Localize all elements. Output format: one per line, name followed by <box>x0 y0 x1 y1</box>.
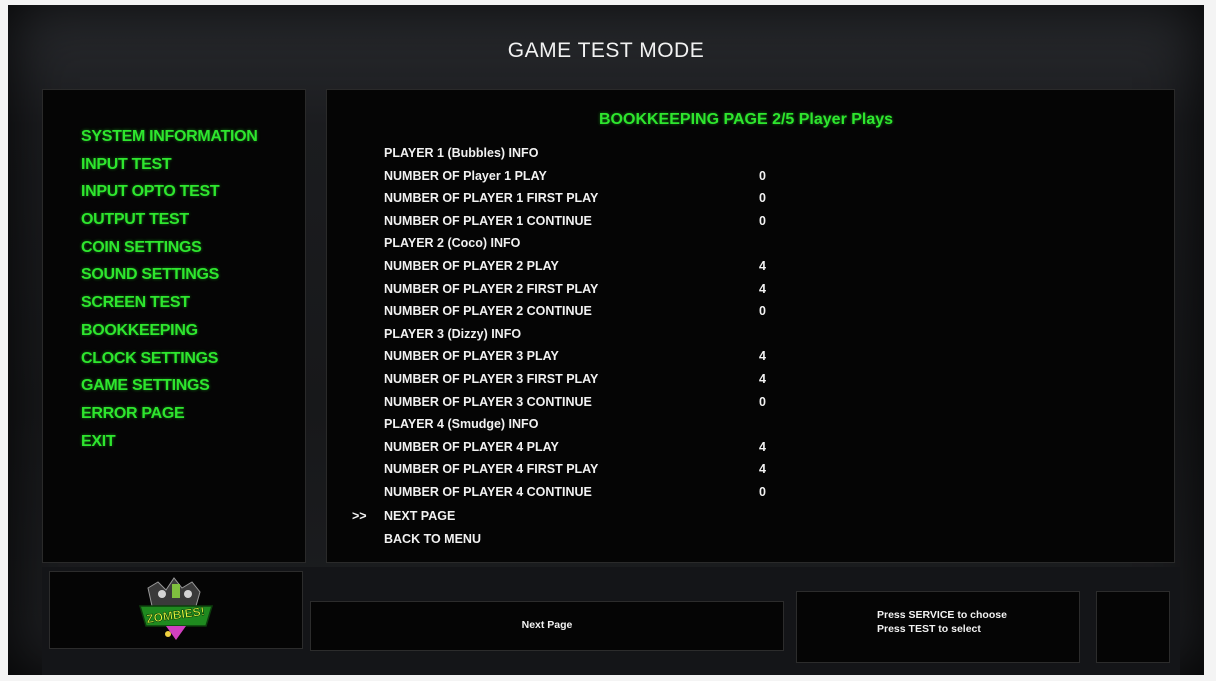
menu-item-error-page[interactable]: ERROR PAGE <box>81 400 258 428</box>
stat-label: PLAYER 1 (Bubbles) INFO <box>384 146 539 160</box>
page-title: GAME TEST MODE <box>507 39 705 62</box>
menu-item-exit[interactable]: EXIT <box>81 428 258 456</box>
stat-value: 0 <box>759 213 766 228</box>
stat-label: NUMBER OF PLAYER 4 CONTINUE <box>384 484 592 499</box>
menu-item-input-test[interactable]: INPUT TEST <box>81 151 258 179</box>
stat-label: PLAYER 4 (Smudge) INFO <box>384 417 539 432</box>
stat-value: 0 <box>759 484 766 499</box>
stat-row: NUMBER OF PLAYER 4 CONTINUE 0 <box>327 481 1174 504</box>
stat-row: NUMBER OF PLAYER 1 CONTINUE 0 <box>327 210 1174 233</box>
menu-item-sound-settings[interactable]: SOUND SETTINGS <box>81 261 258 289</box>
bookkeeping-heading: BOOKKEEPING PAGE 2/5 Player Plays <box>599 111 894 128</box>
stat-label: PLAYER 3 (Dizzy) INFO <box>384 326 522 341</box>
action-box: Next Page <box>310 601 784 651</box>
back-to-menu-option[interactable]: BACK TO MENU <box>327 528 727 551</box>
next-page-label: NEXT PAGE <box>384 509 456 523</box>
stat-row: NUMBER OF PLAYER 3 CONTINUE 0 <box>327 391 1174 414</box>
main-menu: SYSTEM INFORMATION INPUT TEST INPUT OPTO… <box>81 123 258 455</box>
stat-row: NUMBER OF Player 1 PLAY 0 <box>327 165 1174 188</box>
menu-item-input-opto-test[interactable]: INPUT OPTO TEST <box>81 178 258 206</box>
bookkeeping-panel: BOOKKEEPING PAGE 2/5 Player Plays PLAYER… <box>326 89 1175 563</box>
stat-row: NUMBER OF PLAYER 2 PLAY 4 <box>327 255 1174 278</box>
stats-list: PLAYER 1 (Bubbles) INFO NUMBER OF Player… <box>327 142 1174 504</box>
help-line-test: Press TEST to select <box>877 623 981 635</box>
menu-item-screen-test[interactable]: SCREEN TEST <box>81 289 258 317</box>
menu-item-bookkeeping[interactable]: BOOKKEEPING <box>81 317 258 345</box>
stat-value: 0 <box>759 394 766 409</box>
stat-value: 0 <box>759 191 766 206</box>
stat-label: NUMBER OF PLAYER 2 FIRST PLAY <box>384 281 599 296</box>
action-label: Next Page <box>521 619 573 631</box>
stat-value: 0 <box>759 304 766 319</box>
test-mode-screen: GAME TEST MODE SYSTEM INFORMATION INPUT … <box>8 5 1204 675</box>
stat-label: NUMBER OF Player 1 PLAY <box>384 168 547 183</box>
menu-item-output-test[interactable]: OUTPUT TEST <box>81 206 258 234</box>
status-box <box>1096 591 1170 663</box>
stat-row: PLAYER 1 (Bubbles) INFO <box>327 142 1174 165</box>
stat-row: PLAYER 4 (Smudge) INFO <box>327 413 1174 436</box>
stat-label: NUMBER OF PLAYER 4 PLAY <box>384 439 559 454</box>
stat-label: PLAYER 2 (Coco) INFO <box>384 236 521 251</box>
help-box: Press SERVICE to choose Press TEST to se… <box>796 591 1080 663</box>
next-page-option[interactable]: >> NEXT PAGE <box>327 505 727 528</box>
stat-label: NUMBER OF PLAYER 1 FIRST PLAY <box>384 191 599 206</box>
stat-value: 4 <box>759 439 766 454</box>
stat-label: NUMBER OF PLAYER 3 PLAY <box>384 349 559 364</box>
stat-label: NUMBER OF PLAYER 4 FIRST PLAY <box>384 462 599 477</box>
stat-value: 4 <box>759 258 766 273</box>
stat-label: NUMBER OF PLAYER 1 CONTINUE <box>384 213 592 228</box>
stat-label: NUMBER OF PLAYER 3 CONTINUE <box>384 394 592 409</box>
stat-row: NUMBER OF PLAYER 3 FIRST PLAY 4 <box>327 368 1174 391</box>
stat-row: NUMBER OF PLAYER 2 CONTINUE 0 <box>327 300 1174 323</box>
stat-row: NUMBER OF PLAYER 1 FIRST PLAY 0 <box>327 187 1174 210</box>
back-to-menu-label: BACK TO MENU <box>384 531 481 546</box>
stat-label: NUMBER OF PLAYER 3 FIRST PLAY <box>384 371 599 386</box>
menu-item-clock-settings[interactable]: CLOCK SETTINGS <box>81 345 258 373</box>
stat-row: PLAYER 2 (Coco) INFO <box>327 232 1174 255</box>
stat-value: 4 <box>759 462 766 477</box>
stat-row: NUMBER OF PLAYER 4 FIRST PLAY 4 <box>327 458 1174 481</box>
menu-panel: SYSTEM INFORMATION INPUT TEST INPUT OPTO… <box>42 89 306 563</box>
stat-label: NUMBER OF PLAYER 2 PLAY <box>384 258 559 273</box>
stat-row: PLAYER 3 (Dizzy) INFO <box>327 323 1174 346</box>
stat-row: NUMBER OF PLAYER 3 PLAY 4 <box>327 345 1174 368</box>
menu-item-coin-settings[interactable]: COIN SETTINGS <box>81 234 258 262</box>
menu-item-system-information[interactable]: SYSTEM INFORMATION <box>81 123 258 151</box>
stat-value: 0 <box>759 168 766 183</box>
stat-label: NUMBER OF PLAYER 2 CONTINUE <box>384 304 592 319</box>
help-line-service: Press SERVICE to choose <box>877 609 1007 621</box>
stat-value: 4 <box>759 371 766 386</box>
stat-row: NUMBER OF PLAYER 4 PLAY 4 <box>327 436 1174 459</box>
stat-value: 4 <box>759 349 766 364</box>
logo-box: ZOMBIES! <box>49 571 303 649</box>
page-nav: >> NEXT PAGE BACK TO MENU <box>327 505 727 550</box>
stat-value: 4 <box>759 281 766 296</box>
selection-cursor: >> <box>352 509 367 523</box>
zombies-logo: ZOMBIES! <box>138 577 214 640</box>
menu-item-game-settings[interactable]: GAME SETTINGS <box>81 372 258 400</box>
stat-row: NUMBER OF PLAYER 2 FIRST PLAY 4 <box>327 278 1174 301</box>
